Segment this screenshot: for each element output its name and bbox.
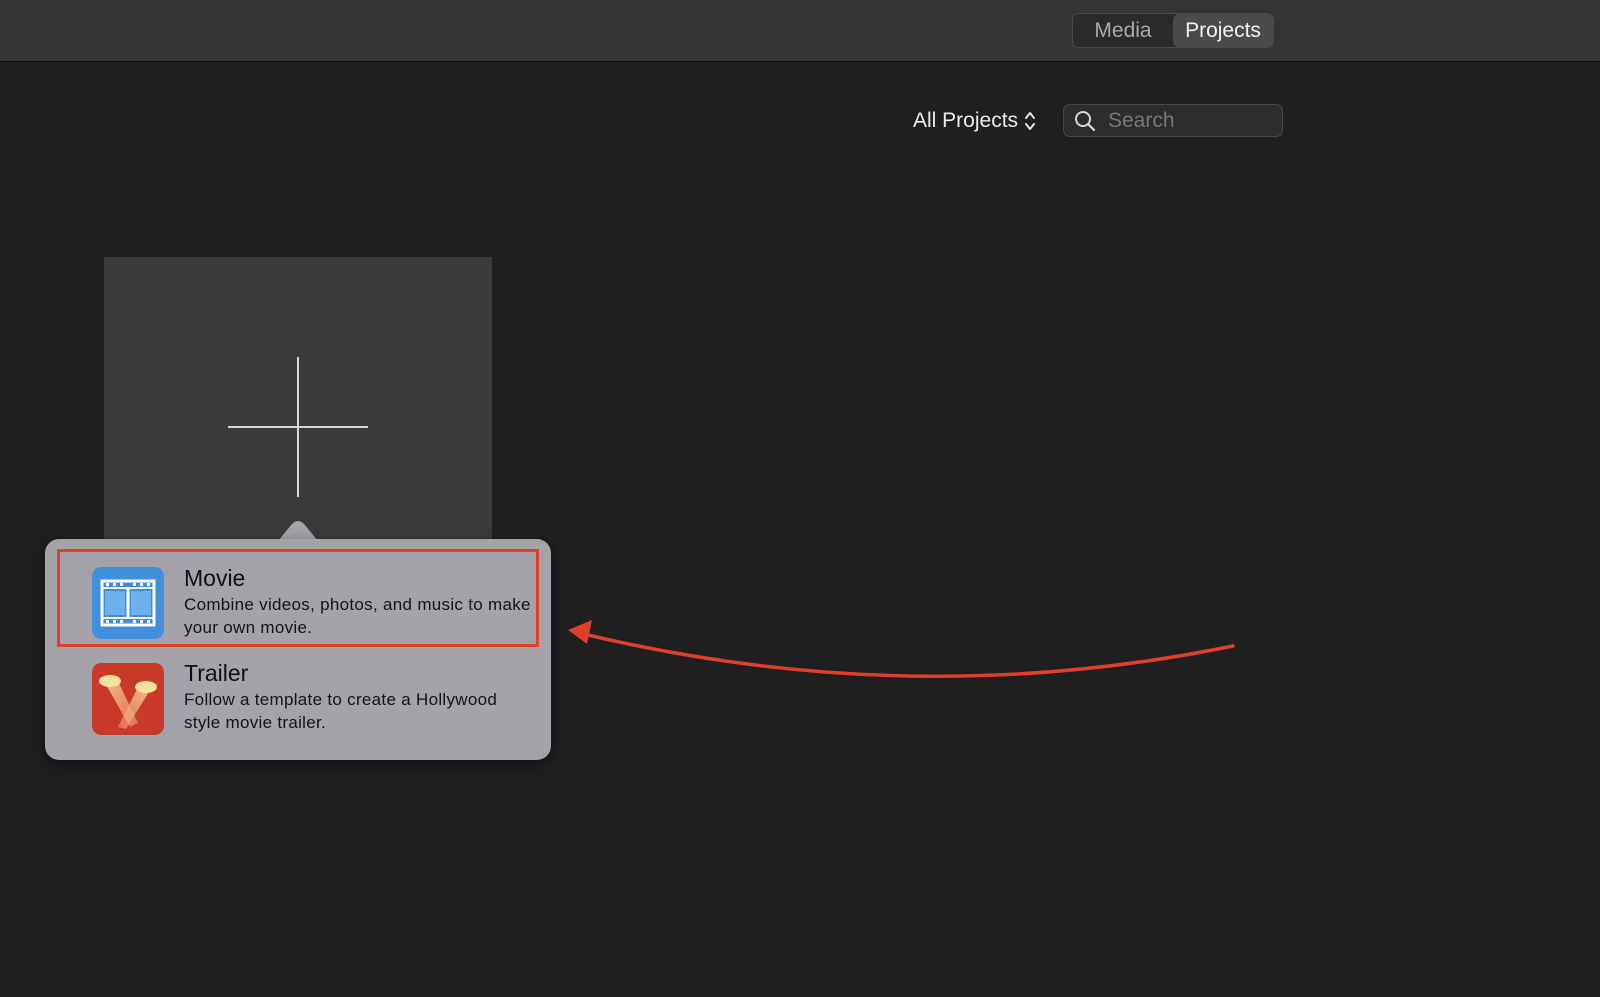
new-project-popover: Movie Combine videos, photos, and music … <box>45 539 551 760</box>
trailer-option-description: Follow a template to create a Hollywood … <box>184 690 498 732</box>
media-projects-switcher: Media Projects <box>1072 13 1274 48</box>
spotlights-icon <box>92 663 164 735</box>
movie-option[interactable]: Movie Combine videos, photos, and music … <box>57 549 539 647</box>
plus-icon <box>228 357 368 497</box>
search-input[interactable] <box>1106 107 1270 134</box>
imovie-projects-browser: Media Projects All Projects Search Movie… <box>0 0 1600 997</box>
updown-chevron-icon <box>1025 112 1036 130</box>
new-project-tile[interactable] <box>104 257 492 539</box>
tab-media[interactable]: Media <box>1073 14 1173 47</box>
movie-option-title: Movie <box>184 565 246 591</box>
trailer-option-title: Trailer <box>184 660 249 686</box>
movie-option-description: Combine videos, photos, and music to mak… <box>184 595 531 637</box>
popover-arrow <box>278 521 318 541</box>
project-filter-popup[interactable]: All Projects <box>913 104 1036 138</box>
project-filter-label: All Projects <box>913 109 1019 132</box>
search-field[interactable] <box>1063 104 1283 137</box>
tab-projects[interactable]: Projects <box>1173 14 1273 47</box>
search-icon <box>1075 110 1096 131</box>
trailer-option[interactable]: Trailer Follow a template to create a Ho… <box>57 647 539 745</box>
toolbar: Media Projects <box>0 0 1600 62</box>
film-strip-icon <box>92 567 164 639</box>
